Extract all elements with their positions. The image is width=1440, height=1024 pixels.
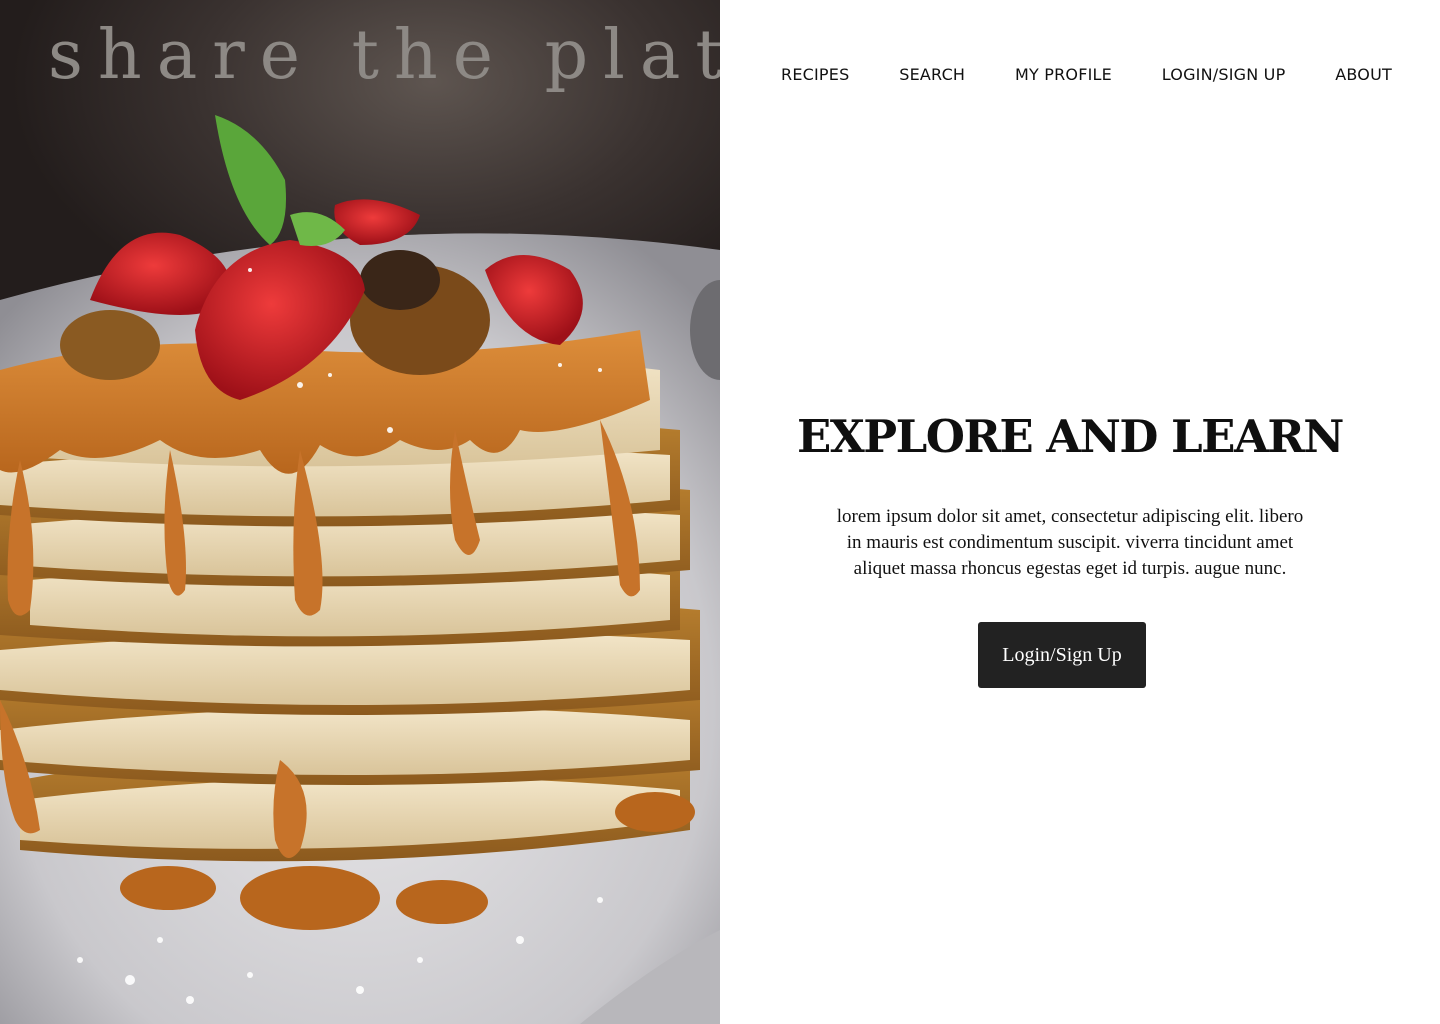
login-signup-button[interactable]: Login/Sign Up — [978, 622, 1146, 688]
pancake-photo — [0, 115, 720, 1024]
hero-content: EXPLORE AND LEARN lorem ipsum dolor sit … — [720, 410, 1420, 688]
nav-item-recipes[interactable]: RECIPES — [781, 65, 849, 84]
nav-item-about[interactable]: ABOUT — [1335, 65, 1392, 84]
nav-item-my-profile[interactable]: MY PROFILE — [1015, 65, 1112, 84]
nav-item-search[interactable]: SEARCH — [899, 65, 965, 84]
main-nav: RECIPES SEARCH MY PROFILE LOGIN/SIGN UP … — [781, 62, 1392, 86]
page-title: EXPLORE AND LEARN — [797, 410, 1344, 463]
hero-image: share the plate — [0, 0, 720, 1024]
nav-item-login-signup[interactable]: LOGIN/SIGN UP — [1162, 65, 1286, 84]
intro-paragraph: lorem ipsum dolor sit amet, consectetur … — [836, 506, 1304, 579]
brand-logo: share the plate — [48, 16, 720, 95]
